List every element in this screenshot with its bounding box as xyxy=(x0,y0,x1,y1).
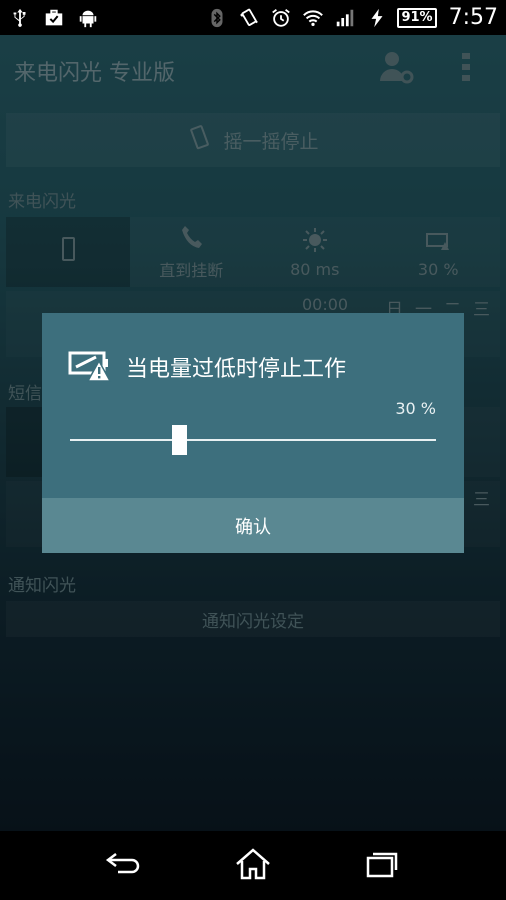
battery-warning-icon xyxy=(68,347,112,387)
low-battery-dialog: 当电量过低时停止工作 30 % 确认 xyxy=(42,313,464,553)
signal-icon xyxy=(333,7,357,29)
usb-icon xyxy=(8,7,32,29)
charging-icon xyxy=(365,7,389,29)
slider-thumb[interactable] xyxy=(172,425,188,455)
status-bar: 91% 7:57 xyxy=(0,0,506,35)
vibrate-icon xyxy=(237,7,261,29)
clock: 7:57 xyxy=(448,5,498,30)
slider-value-label: 30 % xyxy=(395,399,436,418)
battery-threshold-slider[interactable] xyxy=(70,439,436,441)
alarm-icon xyxy=(269,7,293,29)
confirm-button[interactable]: 确认 xyxy=(42,498,464,553)
back-icon[interactable] xyxy=(104,846,144,886)
android-icon xyxy=(76,7,100,29)
wifi-icon xyxy=(301,7,325,29)
briefcase-check-icon xyxy=(42,7,66,29)
dialog-title: 当电量过低时停止工作 xyxy=(126,357,347,382)
battery-level: 91% xyxy=(397,7,437,28)
home-icon[interactable] xyxy=(233,846,273,886)
recents-icon[interactable] xyxy=(362,846,402,886)
bluetooth-icon xyxy=(205,7,229,29)
navigation-bar xyxy=(0,831,506,900)
